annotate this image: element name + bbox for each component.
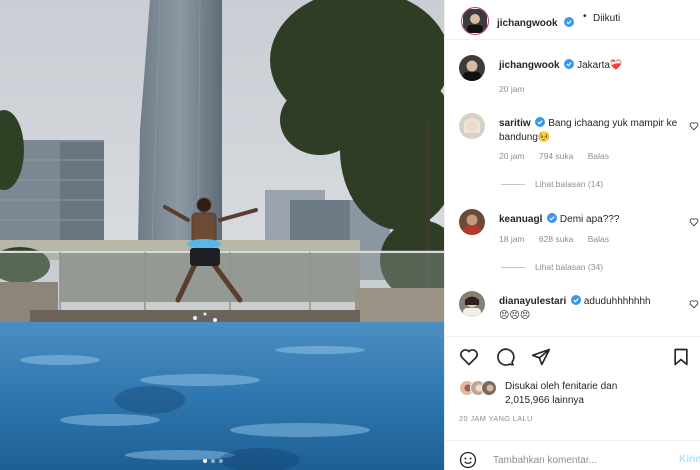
- caption-meta: 20 jam: [499, 84, 537, 94]
- avatar[interactable]: [461, 7, 489, 35]
- username[interactable]: keanuagl: [499, 214, 542, 225]
- comment-input[interactable]: [493, 451, 663, 469]
- comment-item: dianayulestari aduduhhhhhhh 😣😣😣: [445, 291, 700, 335]
- comment-meta: 18 jam 628 suka Balas: [499, 234, 621, 244]
- view-replies-button[interactable]: Lihat balasan (14): [501, 179, 603, 189]
- comment-item: saritiw Bang ichaang yuk mampir ke bandu…: [445, 113, 700, 197]
- comment-text: dianayulestari aduduhhhhhhh 😣😣😣: [499, 295, 685, 323]
- username[interactable]: saritiw: [499, 118, 531, 129]
- verified-badge-icon: [547, 213, 558, 223]
- username[interactable]: jichangwook: [497, 18, 558, 29]
- likes-middle: dan: [597, 381, 618, 392]
- view-replies-button[interactable]: Lihat balasan (34): [501, 262, 603, 272]
- post-comment-button[interactable]: Kirim: [679, 454, 700, 465]
- comment-body: Demi apa???: [559, 214, 620, 225]
- likes-summary: Disukai oleh fenitarie dan 2,015,966 lai…: [459, 378, 695, 408]
- timestamp[interactable]: 20 jam: [499, 151, 525, 161]
- action-bar: [445, 336, 700, 376]
- avatar[interactable]: [459, 209, 485, 235]
- verified-badge-icon: [564, 59, 575, 69]
- comment-emoji: 😣😣😣: [499, 310, 531, 321]
- verified-badge-icon: [571, 295, 582, 305]
- heart-emoji: ❤️‍🩹: [609, 60, 623, 71]
- pool-photo-illustration: [0, 0, 444, 470]
- likes-count[interactable]: 2,015,966 lainnya: [505, 395, 584, 406]
- comment-meta: 20 jam 794 suka Balas: [499, 151, 621, 161]
- post-header: jichangwook • Diikuti: [445, 0, 700, 40]
- post-side-panel: jichangwook • Diikuti jichangwook Jakart…: [444, 0, 700, 470]
- comment-text: saritiw Bang ichaang yuk mampir ke bandu…: [499, 117, 685, 145]
- comments-list[interactable]: jichangwook Jakarta❤️‍🩹 20 jam saritiw B…: [445, 41, 700, 335]
- paper-plane-icon[interactable]: [531, 347, 551, 367]
- reply-button[interactable]: Balas: [588, 151, 609, 161]
- like-count[interactable]: 794 suka: [539, 151, 574, 161]
- heart-icon[interactable]: [459, 347, 479, 367]
- comment-body: aduduhhhhhhh: [583, 296, 651, 307]
- verified-badge-icon: [535, 117, 546, 127]
- comment-icon[interactable]: [495, 347, 515, 367]
- username[interactable]: dianayulestari: [499, 296, 566, 307]
- bookmark-icon[interactable]: [671, 347, 691, 367]
- avatar[interactable]: [459, 291, 485, 317]
- like-count[interactable]: 628 suka: [539, 234, 574, 244]
- username[interactable]: jichangwook: [499, 60, 560, 71]
- reply-button[interactable]: Balas: [588, 234, 609, 244]
- caption: jichangwook Jakarta❤️‍🩹 20 jam: [445, 51, 700, 101]
- post-date[interactable]: 20 JAM YANG LALU: [459, 414, 533, 423]
- verified-badge-icon: [564, 17, 575, 27]
- add-comment-bar: Kirim: [445, 440, 700, 470]
- comment-like-heart-icon[interactable]: [689, 121, 699, 131]
- header-username-group[interactable]: jichangwook: [497, 13, 575, 31]
- avatar[interactable]: [459, 55, 485, 81]
- follow-status-button[interactable]: Diikuti: [593, 13, 620, 24]
- emoji-icon[interactable]: [459, 451, 477, 469]
- caption-body: Jakarta: [577, 60, 610, 71]
- comment-like-heart-icon[interactable]: [689, 299, 699, 309]
- likes-text: Disukai oleh fenitarie dan 2,015,966 lai…: [505, 380, 617, 408]
- liker-username[interactable]: fenitarie: [562, 381, 598, 392]
- comment-item: keanuagl Demi apa??? 18 jam 628 suka Bal…: [445, 209, 700, 293]
- avatar[interactable]: [459, 113, 485, 139]
- comment-text: keanuagl Demi apa???: [499, 213, 685, 227]
- separator-dot: •: [583, 11, 587, 22]
- post-photo[interactable]: [0, 0, 444, 470]
- caption-text: jichangwook Jakarta❤️‍🩹: [499, 59, 685, 73]
- timestamp[interactable]: 18 jam: [499, 234, 525, 244]
- comment-like-heart-icon[interactable]: [689, 217, 699, 227]
- timestamp[interactable]: 20 jam: [499, 84, 525, 94]
- likes-prefix: Disukai oleh: [505, 381, 563, 392]
- avatar[interactable]: [481, 380, 497, 396]
